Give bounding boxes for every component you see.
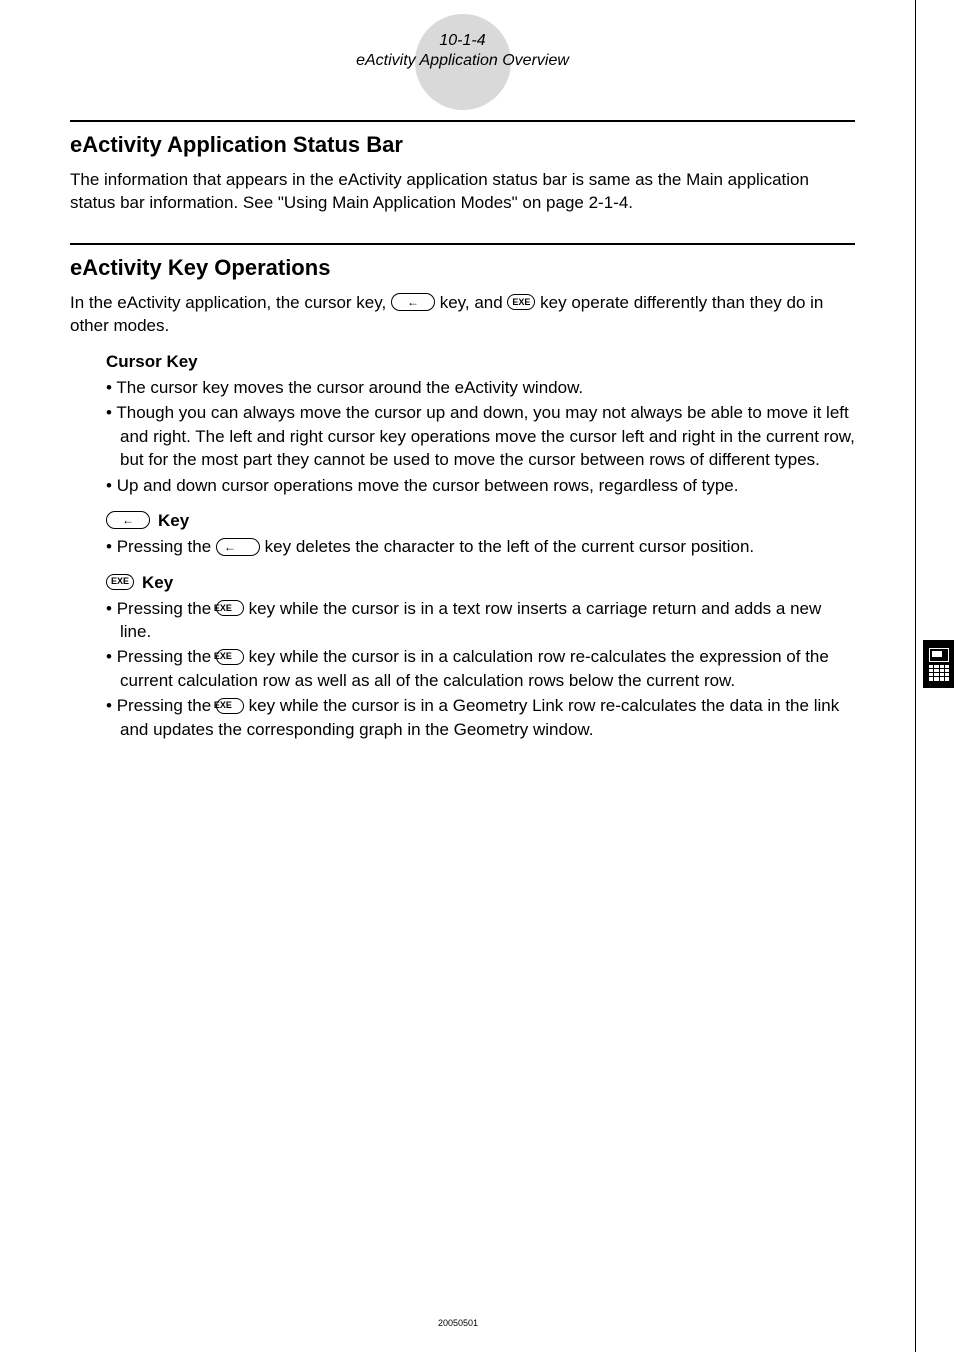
list-item: Pressing the ← key deletes the character… bbox=[106, 535, 855, 558]
list-item: Pressing the EXE key while the cursor is… bbox=[106, 597, 855, 644]
exe-key-icon: EXE bbox=[106, 574, 134, 590]
page-header: 10-1-4 eActivity Application Overview bbox=[70, 32, 855, 70]
text: Pressing the bbox=[117, 696, 216, 715]
cursor-key-list: The cursor key moves the cursor around t… bbox=[106, 376, 855, 497]
list-item: Up and down cursor operations move the c… bbox=[106, 474, 855, 497]
cursor-key-heading: Cursor Key bbox=[106, 352, 855, 372]
calculator-keypad-icon bbox=[929, 665, 949, 681]
text: Pressing the bbox=[117, 537, 216, 556]
exe-key-icon: EXE bbox=[216, 600, 244, 616]
exe-key-heading: EXE Key bbox=[106, 573, 855, 593]
back-key-list: Pressing the ← key deletes the character… bbox=[106, 535, 855, 558]
text: key deletes the character to the left of… bbox=[265, 537, 754, 556]
divider bbox=[70, 120, 855, 122]
divider bbox=[70, 243, 855, 245]
text: In the eActivity application, the cursor… bbox=[70, 293, 391, 312]
calculator-tab-icon bbox=[923, 640, 954, 688]
page-subtitle: eActivity Application Overview bbox=[70, 52, 855, 70]
back-key-icon: ← bbox=[216, 538, 260, 556]
key-ops-intro: In the eActivity application, the cursor… bbox=[70, 291, 855, 338]
section-title-status-bar: eActivity Application Status Bar bbox=[70, 132, 855, 158]
heading-text: Key bbox=[142, 573, 173, 593]
page-number: 10-1-4 bbox=[70, 32, 855, 50]
text: key, and bbox=[440, 293, 508, 312]
exe-key-icon: EXE bbox=[216, 649, 244, 665]
page: 10-1-4 eActivity Application Overview eA… bbox=[0, 0, 916, 1352]
list-item: Though you can always move the cursor up… bbox=[106, 401, 855, 471]
list-item: Pressing the EXE key while the cursor is… bbox=[106, 694, 855, 741]
list-item: The cursor key moves the cursor around t… bbox=[106, 376, 855, 399]
back-key-heading: ← Key bbox=[106, 511, 855, 531]
exe-key-icon: EXE bbox=[507, 294, 535, 310]
calculator-screen-icon bbox=[929, 648, 949, 662]
back-key-icon: ← bbox=[106, 511, 150, 529]
status-bar-paragraph: The information that appears in the eAct… bbox=[70, 168, 855, 215]
text: Pressing the bbox=[117, 647, 216, 666]
section-title-key-ops: eActivity Key Operations bbox=[70, 255, 855, 281]
back-key-icon: ← bbox=[391, 293, 435, 311]
text: Pressing the bbox=[117, 599, 216, 618]
exe-key-list: Pressing the EXE key while the cursor is… bbox=[106, 597, 855, 742]
exe-key-icon: EXE bbox=[216, 698, 244, 714]
footer-date: 20050501 bbox=[0, 1318, 916, 1328]
list-item: Pressing the EXE key while the cursor is… bbox=[106, 645, 855, 692]
heading-text: Key bbox=[158, 511, 189, 531]
